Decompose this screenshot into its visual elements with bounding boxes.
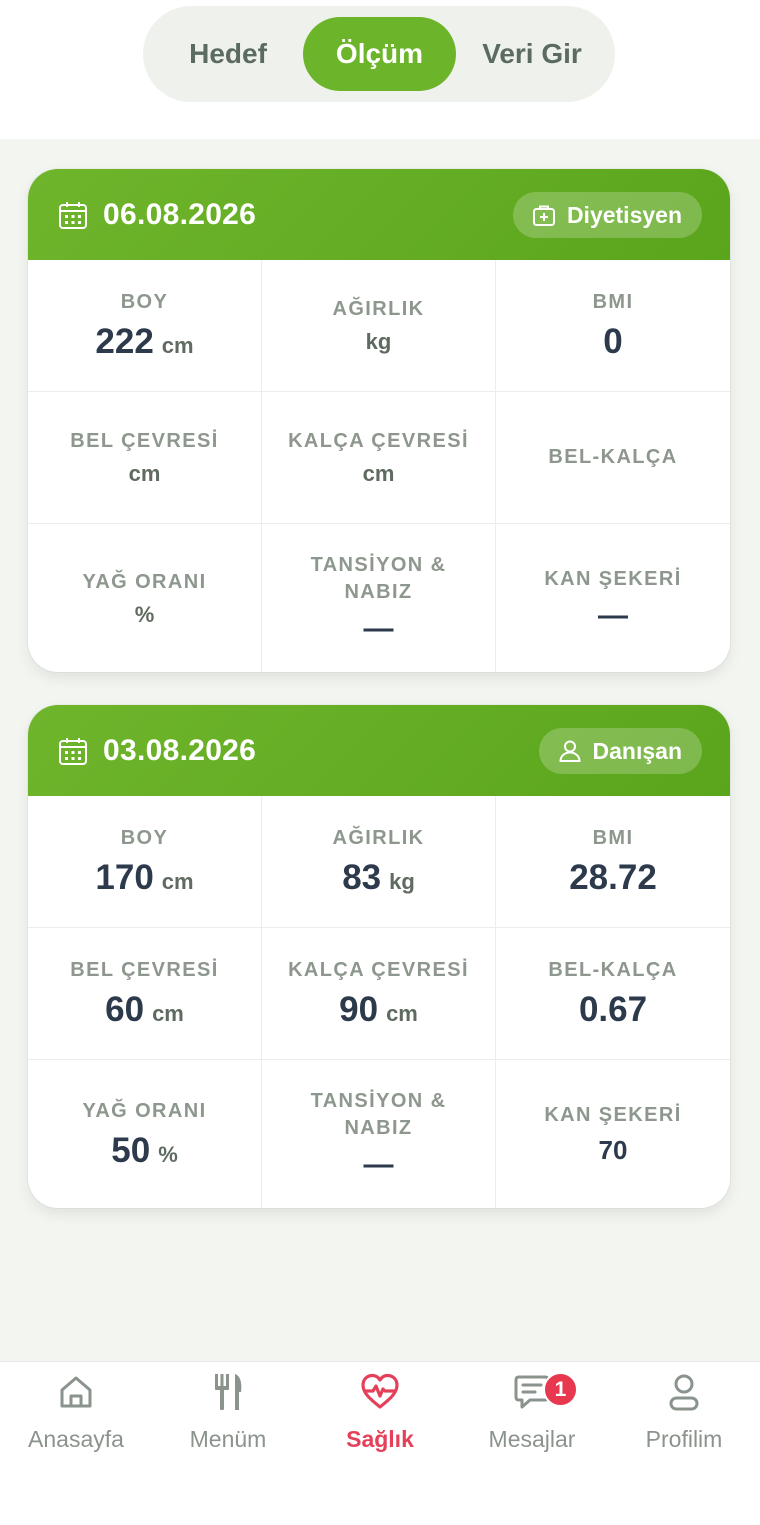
metric-label: BOY: [120, 291, 169, 313]
source-badge: Danışan: [538, 728, 702, 774]
metric-waist-hip: BEL-KALÇA 0.67: [496, 928, 730, 1060]
metrics-grid: BOY 170 cm AĞIRLIK 83 kg BMI 28.72 BEL ÇEV…: [28, 796, 730, 1208]
tab-menu[interactable]: Menüm: [152, 1372, 304, 1462]
metric-height: BOY 170 cm: [28, 796, 262, 928]
metric-label: BEL ÇEVRESİ: [70, 430, 219, 452]
metric-value: 83: [342, 858, 382, 897]
metric-value: —: [363, 1148, 394, 1181]
metric-label: YAĞ ORANI: [82, 570, 207, 593]
metric-fat: YAĞ ORANI %: [28, 524, 262, 672]
metric-value: 50: [111, 1130, 151, 1170]
metric-label: BEL-KALÇA: [548, 959, 678, 981]
metric-label: BOY: [120, 827, 169, 849]
tab-profile[interactable]: Profilim: [608, 1372, 760, 1462]
segment-measurement[interactable]: Ölçüm: [303, 17, 456, 91]
segment-header: Hedef Ölçüm Veri Gir: [0, 0, 760, 139]
heart-pulse-icon: [361, 1373, 399, 1409]
measurement-card[interactable]: 03.08.2026 Danışan BOY 170 cm AĞIRLIK 83 k…: [28, 705, 730, 1208]
card-header: 06.08.2026 Diyetisyen: [28, 169, 730, 260]
bottom-tab-bar: Anasayfa Menüm Sağlık Mesajlar 1 Profili…: [0, 1361, 760, 1525]
tab-label: Anasayfa: [28, 1426, 124, 1452]
metric-weight: AĞIRLIK kg: [262, 260, 496, 392]
metric-weight: AĞIRLIK 83 kg: [262, 796, 496, 928]
metric-bmi: BMI 0: [496, 260, 730, 392]
tab-messages[interactable]: Mesajlar: [456, 1372, 608, 1462]
metric-fat: YAĞ ORANI 50%: [28, 1060, 262, 1208]
source-badge: Diyetisyen: [512, 192, 702, 238]
metric-value: 0: [603, 322, 623, 361]
metric-value: —: [598, 598, 628, 632]
metric-unit: %: [134, 601, 155, 627]
user-icon: [559, 740, 581, 762]
tab-label: Menüm: [189, 1426, 267, 1452]
calendar-icon: [59, 202, 87, 229]
fork-knife-icon: [215, 1374, 242, 1410]
medical-bag-icon: [532, 205, 555, 226]
metric-label: TANSİYON & NABIZ: [310, 554, 447, 603]
metric-label: BMI: [592, 291, 634, 313]
user-icon: [669, 1374, 699, 1411]
card-date: 03.08.2026: [103, 734, 257, 767]
metrics-grid: BOY 222 cm AĞIRLIK kg BMI 0 BEL ÇEVRESİ c…: [28, 260, 730, 672]
metric-label: BMI: [592, 827, 634, 849]
metric-value: 60: [105, 990, 145, 1029]
source-label: Danışan: [592, 737, 682, 764]
measurement-list: 06.08.2026 Diyetisyen BOY 222 cm AĞIRLIK …: [0, 139, 760, 1361]
metric-blood-pressure: TANSİYON & NABIZ —: [262, 524, 496, 672]
tab-label: Sağlık: [346, 1426, 414, 1452]
metric-blood-sugar: KAN ŞEKERİ 70: [496, 1060, 730, 1208]
metric-label: BEL ÇEVRESİ: [70, 959, 219, 981]
metric-blood-pressure: TANSİYON & NABIZ —: [262, 1060, 496, 1208]
metric-value: 0.67: [578, 990, 648, 1029]
metric-waist-hip: BEL-KALÇA: [496, 392, 730, 524]
metric-height: BOY 222 cm: [28, 260, 262, 392]
metric-label: KAN ŞEKERİ: [544, 567, 682, 590]
metric-label: TANSİYON & NABIZ: [310, 1090, 447, 1139]
metric-label: KAN ŞEKERİ: [544, 1104, 682, 1126]
tab-health[interactable]: Sağlık: [304, 1372, 456, 1462]
metric-label: YAĞ ORANI: [82, 1099, 207, 1122]
card-header: 03.08.2026 Danışan: [28, 705, 730, 796]
metric-hip: KALÇA ÇEVRESİ cm: [262, 392, 496, 524]
card-date: 06.08.2026: [103, 198, 257, 231]
metric-value: 222: [95, 322, 154, 361]
metric-unit: cm: [152, 1001, 184, 1026]
unread-badge: 1: [543, 1372, 578, 1407]
metric-unit: kg: [365, 329, 392, 354]
metric-value: 170: [95, 858, 154, 897]
metric-value: 90: [339, 990, 379, 1029]
metric-unit: kg: [389, 869, 415, 894]
measurement-card[interactable]: 06.08.2026 Diyetisyen BOY 222 cm AĞIRLIK …: [28, 169, 730, 672]
segment-enter-data[interactable]: Veri Gir: [461, 17, 603, 91]
home-icon: [60, 1376, 92, 1408]
segmented-control: Hedef Ölçüm Veri Gir: [143, 6, 615, 102]
metric-value: 28.72: [569, 858, 657, 897]
metric-label: BEL-KALÇA: [548, 446, 678, 468]
metric-hip: KALÇA ÇEVRESİ 90 cm: [262, 928, 496, 1060]
metric-unit: cm: [161, 869, 194, 894]
metric-unit: %: [158, 1141, 178, 1167]
metric-label: KALÇA ÇEVRESİ: [288, 959, 469, 981]
tab-home[interactable]: Anasayfa: [0, 1372, 152, 1462]
metric-unit: cm: [128, 461, 161, 486]
source-label: Diyetisyen: [566, 201, 682, 228]
segment-goal[interactable]: Hedef: [157, 17, 299, 91]
metric-label: KALÇA ÇEVRESİ: [288, 430, 469, 452]
metric-label: AĞIRLIK: [332, 827, 425, 849]
tab-label: Profilim: [645, 1426, 723, 1452]
metric-unit: cm: [161, 333, 194, 358]
metric-bmi: BMI 28.72: [496, 796, 730, 928]
metric-waist: BEL ÇEVRESİ cm: [28, 392, 262, 524]
metric-value: —: [363, 612, 394, 645]
metric-label: AĞIRLIK: [332, 298, 425, 320]
metric-unit: cm: [386, 1001, 418, 1026]
metric-waist: BEL ÇEVRESİ 60 cm: [28, 928, 262, 1060]
tab-label: Mesajlar: [488, 1426, 576, 1452]
calendar-icon: [59, 738, 87, 765]
metric-value: 70: [598, 1135, 628, 1165]
metric-unit: cm: [362, 461, 395, 486]
metric-blood-sugar: KAN ŞEKERİ —: [496, 524, 730, 672]
